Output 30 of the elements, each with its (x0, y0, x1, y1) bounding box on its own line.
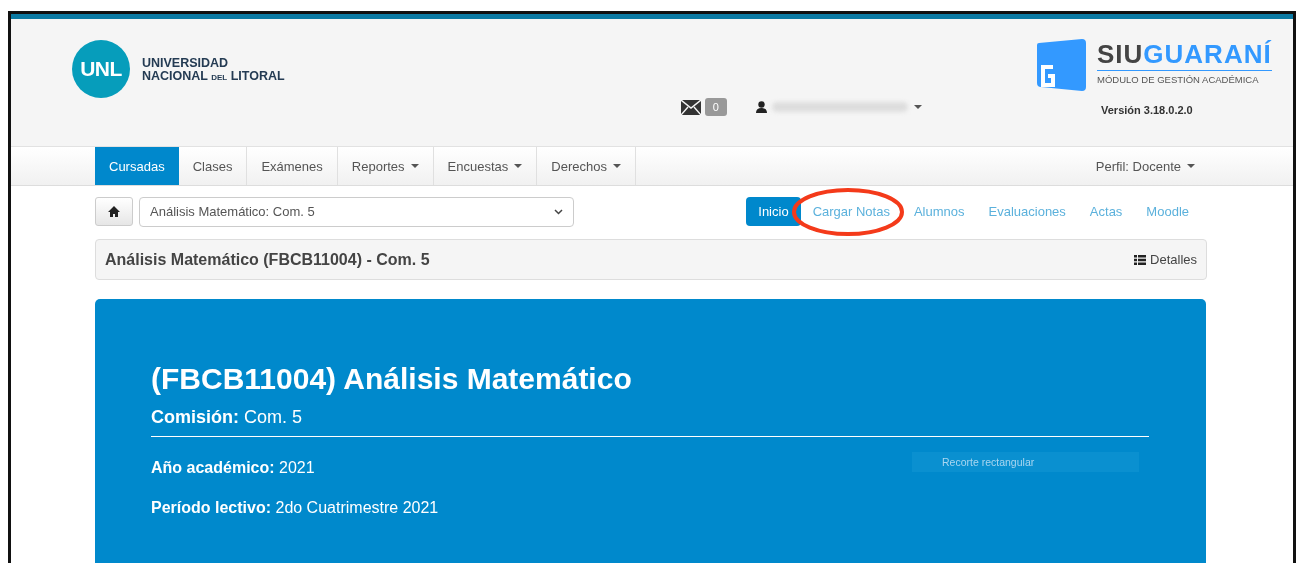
course-field: Año académico: 2021 (151, 459, 315, 477)
version-label: Versión 3.18.0.2.0 (1101, 104, 1194, 116)
nav-tab[interactable]: Exámenes (247, 147, 338, 185)
details-button[interactable]: Detalles (1134, 252, 1197, 267)
course-field: Comisión: Com. 5 (151, 407, 303, 428)
chevron-icon (554, 208, 563, 215)
caret-icon (1187, 163, 1195, 169)
unl-logo: UNL (72, 40, 130, 98)
user-icon (755, 101, 767, 113)
home-button[interactable] (95, 197, 133, 226)
siu-guarani-logo (1037, 39, 1087, 91)
course-title: Análisis Matemático (FBCB11004) - Com. 5 (105, 250, 430, 269)
nav-tab[interactable]: Reportes (337, 147, 434, 185)
product-subtitle: MÓDULO DE GESTIÓN ACADÉMICA (1097, 74, 1260, 85)
course-field: Período lectivo: 2do Cuatrimestre 2021 (151, 499, 439, 517)
university-name: UNIVERSIDAD NACIONAL DEL LITORAL (142, 57, 285, 84)
nav-tab[interactable]: Derechos (537, 147, 636, 185)
hero-title: (FBCB11004) Análisis Matemático (151, 361, 633, 397)
nav-tab[interactable]: Cursadas (95, 147, 179, 185)
home-icon (108, 206, 120, 217)
snipping-tooltip: Recorte rectangular (912, 452, 1139, 472)
nav-tab[interactable]: Encuestas (433, 147, 538, 185)
caret-icon[interactable] (913, 104, 922, 110)
product-name: SIUGUARANÍ (1097, 39, 1272, 71)
profile-menu[interactable]: Perfil: Docente (1089, 147, 1201, 185)
course-select[interactable]: Análisis Matemático: Com. 5 (139, 196, 574, 227)
nav-tab[interactable]: Clases (178, 147, 248, 185)
list-icon (1134, 254, 1147, 265)
mail-icon (680, 99, 701, 115)
course-nav-link[interactable]: Inicio (746, 197, 801, 226)
